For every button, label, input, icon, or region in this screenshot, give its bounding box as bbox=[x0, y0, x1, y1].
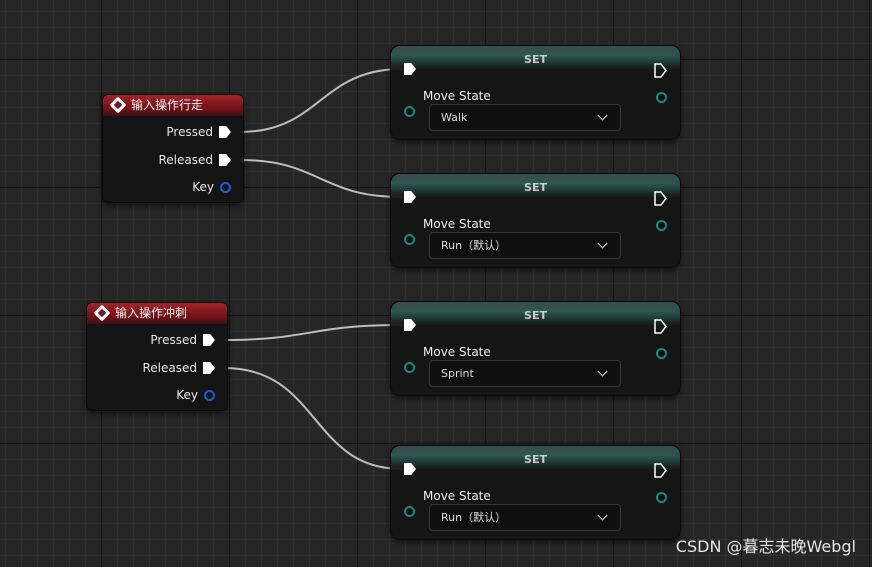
pin-label: Key bbox=[192, 180, 214, 194]
move-state-output-pin[interactable] bbox=[656, 348, 667, 359]
set-move-state-node[interactable]: SET Move State Walk bbox=[390, 45, 681, 140]
pressed-exec-pin[interactable] bbox=[219, 126, 231, 138]
input-action-sprint-node[interactable]: 输入操作冲刺 Pressed Released Key bbox=[86, 302, 228, 411]
pin-label: Pressed bbox=[150, 333, 197, 347]
variable-label: Move State bbox=[423, 345, 491, 359]
chevron-down-icon bbox=[597, 510, 608, 521]
node-title: SET bbox=[391, 446, 680, 470]
pin-label: Released bbox=[142, 361, 197, 375]
exec-out-pin[interactable] bbox=[654, 319, 667, 334]
move-state-input-pin[interactable] bbox=[404, 234, 415, 245]
released-exec-pin[interactable] bbox=[219, 154, 231, 166]
move-state-input-pin[interactable] bbox=[404, 506, 415, 517]
pin-label: Key bbox=[176, 388, 198, 402]
exec-out-pin[interactable] bbox=[654, 463, 667, 478]
wire bbox=[223, 367, 403, 470]
wire bbox=[223, 324, 403, 341]
dropdown-value: Run（默认） bbox=[441, 239, 507, 252]
wire bbox=[239, 68, 403, 133]
exec-out-pin[interactable] bbox=[654, 191, 667, 206]
variable-label: Move State bbox=[423, 217, 491, 231]
chevron-down-icon bbox=[597, 238, 608, 249]
key-pin[interactable] bbox=[204, 389, 215, 401]
dropdown-value: Walk bbox=[441, 111, 468, 124]
chevron-down-icon bbox=[597, 366, 608, 377]
move-state-input-pin[interactable] bbox=[404, 106, 415, 117]
node-title: SET bbox=[391, 46, 680, 70]
node-title: 输入操作行走 bbox=[131, 98, 204, 112]
move-state-dropdown[interactable]: Sprint bbox=[429, 360, 621, 387]
variable-label: Move State bbox=[423, 89, 491, 103]
node-title: SET bbox=[391, 302, 680, 326]
move-state-dropdown[interactable]: Walk bbox=[429, 104, 621, 131]
move-state-dropdown[interactable]: Run（默认） bbox=[429, 232, 621, 259]
exec-out-pin[interactable] bbox=[654, 63, 667, 78]
set-move-state-node[interactable]: SET Move State Run（默认） bbox=[390, 445, 681, 540]
watermark: CSDN @暮志未晚Webgl bbox=[675, 537, 856, 556]
move-state-dropdown[interactable]: Run（默认） bbox=[429, 504, 621, 531]
released-exec-pin[interactable] bbox=[203, 362, 215, 374]
pin-label: Pressed bbox=[166, 125, 213, 139]
variable-label: Move State bbox=[423, 489, 491, 503]
event-icon bbox=[109, 96, 127, 114]
node-title: 输入操作冲刺 bbox=[115, 306, 188, 320]
set-move-state-node[interactable]: SET Move State Sprint bbox=[390, 301, 681, 396]
set-move-state-node[interactable]: SET Move State Run（默认） bbox=[390, 173, 681, 268]
move-state-output-pin[interactable] bbox=[656, 492, 667, 503]
pressed-exec-pin[interactable] bbox=[203, 334, 215, 346]
key-pin[interactable] bbox=[220, 181, 231, 193]
event-icon bbox=[93, 304, 111, 322]
chevron-down-icon bbox=[597, 110, 608, 121]
wire bbox=[239, 159, 403, 198]
dropdown-value: Sprint bbox=[441, 367, 474, 380]
pin-label: Released bbox=[158, 153, 213, 167]
move-state-output-pin[interactable] bbox=[656, 220, 667, 231]
move-state-output-pin[interactable] bbox=[656, 92, 667, 103]
dropdown-value: Run（默认） bbox=[441, 511, 507, 524]
node-title: SET bbox=[391, 174, 680, 198]
move-state-input-pin[interactable] bbox=[404, 362, 415, 373]
input-action-walk-node[interactable]: 输入操作行走 Pressed Released Key bbox=[102, 94, 244, 203]
